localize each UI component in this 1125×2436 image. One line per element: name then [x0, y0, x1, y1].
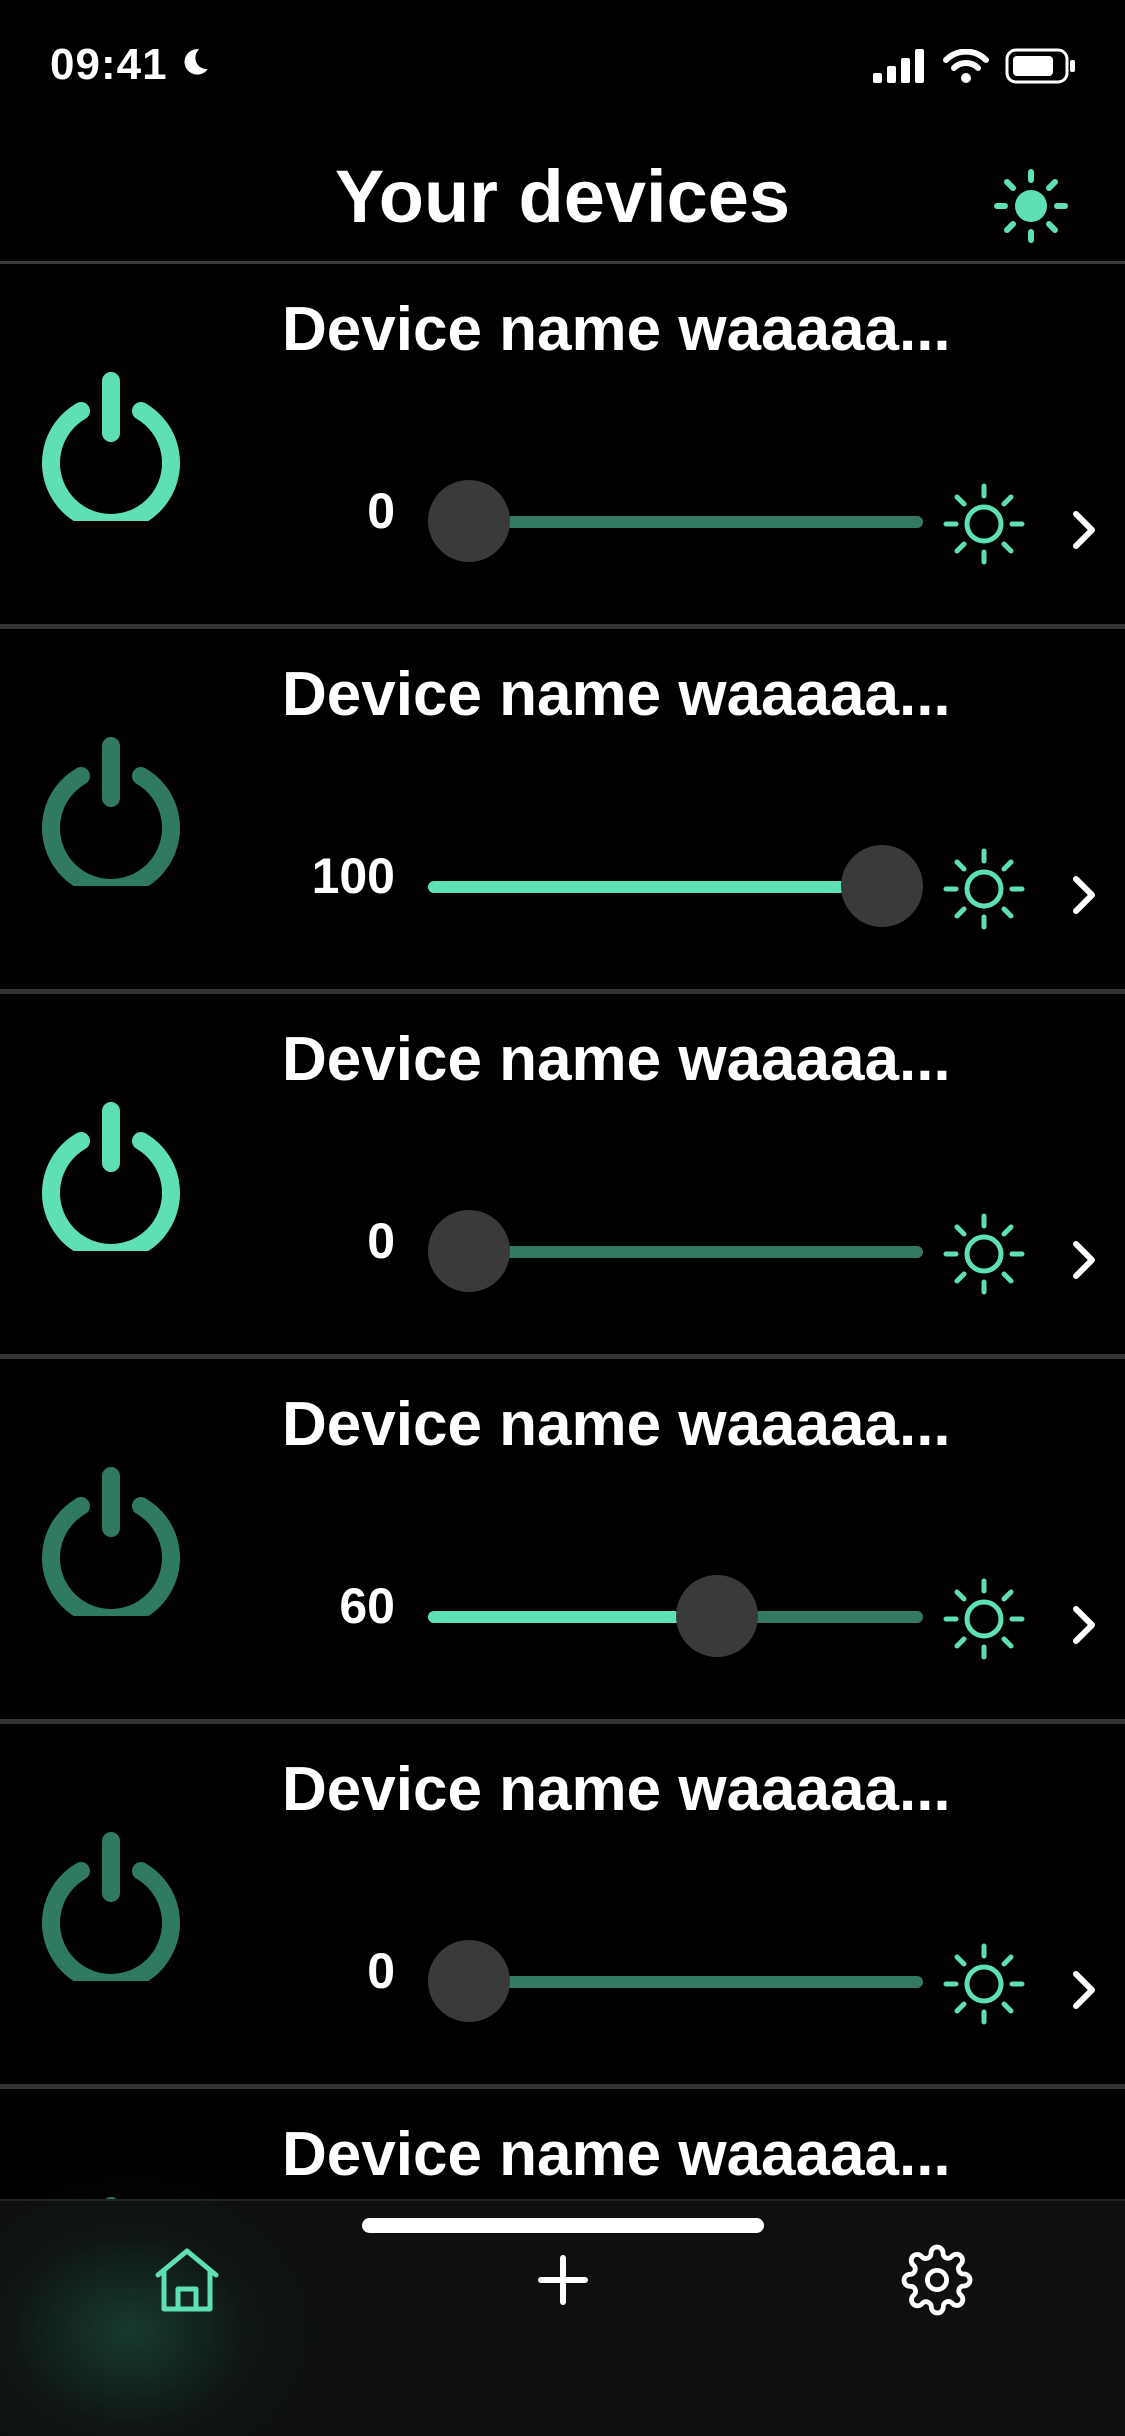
wifi-icon	[943, 48, 989, 88]
brightness-value: 100	[311, 848, 395, 904]
slider-thumb[interactable]	[841, 845, 923, 927]
brightness-value: 0	[367, 1213, 395, 1269]
device-name[interactable]: Device name waaaaa...	[282, 294, 1042, 365]
power-icon	[42, 372, 180, 532]
slider-thumb[interactable]	[428, 1210, 510, 1292]
sun-icon	[993, 168, 1069, 249]
power-icon	[42, 1467, 180, 1627]
chevron-right-icon[interactable]	[1064, 1230, 1104, 1290]
brightness-slider[interactable]	[428, 845, 923, 929]
power-icon	[42, 1102, 180, 1262]
device-row[interactable]: Device name waaaaa... 0	[0, 1724, 1125, 2089]
status-bar: 09:41	[0, 0, 1125, 140]
brightness-icon	[942, 1577, 1026, 1661]
sun-icon	[943, 483, 1025, 565]
page-title: Your devices	[334, 155, 791, 238]
home-indicator	[362, 2218, 764, 2233]
chevron-right-icon[interactable]	[1064, 865, 1104, 925]
plus-icon	[535, 2252, 591, 2313]
sun-icon	[943, 1943, 1025, 2025]
status-icons	[873, 48, 1077, 89]
slider-fill	[428, 881, 882, 893]
brightness-value: 0	[367, 483, 395, 539]
power-icon	[42, 1832, 180, 1992]
tab-settings[interactable]	[892, 2237, 982, 2327]
brightness-value: 60	[339, 1578, 395, 1634]
power-button[interactable]	[36, 736, 186, 897]
power-button[interactable]	[36, 1466, 186, 1627]
brightness-icon	[942, 847, 1026, 931]
device-name[interactable]: Device name waaaaa...	[282, 1754, 1042, 1825]
brightness-slider[interactable]	[428, 480, 923, 564]
brightness-icon	[942, 482, 1026, 566]
moon-icon	[178, 40, 212, 90]
status-time: 09:41	[50, 40, 212, 90]
device-row[interactable]: Device name waaaaa... 0	[0, 264, 1125, 629]
device-name[interactable]: Device name waaaaa...	[282, 1389, 1042, 1460]
gear-icon	[901, 2244, 973, 2321]
slider-fill	[428, 1611, 717, 1623]
chevron-right-icon[interactable]	[1064, 1595, 1104, 1655]
status-time-label: 09:41	[50, 40, 168, 89]
slider-thumb[interactable]	[675, 1575, 758, 1657]
theme-toggle-button[interactable]	[993, 168, 1069, 249]
brightness-icon	[942, 1942, 1026, 2026]
brightness-slider[interactable]	[428, 1210, 923, 1294]
sun-icon	[943, 1578, 1025, 1660]
device-row[interactable]: Device name waaaaa... 60	[0, 1359, 1125, 1724]
device-row[interactable]: Device name waaaaa... 100	[0, 629, 1125, 994]
device-name[interactable]: Device name waaaaa...	[282, 2119, 1042, 2190]
tab-home[interactable]	[142, 2237, 232, 2327]
power-button[interactable]	[36, 371, 186, 532]
device-row[interactable]: Device name waaaaa... 0	[0, 994, 1125, 1359]
chevron-right-icon[interactable]	[1064, 500, 1104, 560]
cellular-signal-icon	[873, 49, 927, 88]
header: Your devices	[0, 140, 1125, 264]
tab-add[interactable]	[518, 2237, 608, 2327]
brightness-icon	[942, 1212, 1026, 1296]
device-name[interactable]: Device name waaaaa...	[282, 659, 1042, 730]
brightness-value: 0	[367, 1943, 395, 1999]
device-list: Device name waaaaa... 0 Device name waaa…	[0, 264, 1125, 2199]
tab-bar	[0, 2161, 1125, 2436]
device-name[interactable]: Device name waaaaa...	[282, 1024, 1042, 1095]
brightness-slider[interactable]	[428, 1940, 923, 2024]
chevron-right-icon[interactable]	[1064, 1960, 1104, 2020]
slider-thumb[interactable]	[428, 1940, 510, 2022]
screen: 09:41 Your devices Device name waaaaa...…	[0, 0, 1125, 2436]
brightness-slider[interactable]	[428, 1575, 923, 1659]
power-button[interactable]	[36, 1101, 186, 1262]
power-button[interactable]	[36, 1831, 186, 1992]
slider-thumb[interactable]	[428, 480, 510, 562]
battery-icon	[1005, 48, 1077, 89]
sun-icon	[943, 1213, 1025, 1295]
power-icon	[42, 737, 180, 897]
home-icon	[152, 2245, 222, 2320]
sun-icon	[943, 848, 1025, 930]
